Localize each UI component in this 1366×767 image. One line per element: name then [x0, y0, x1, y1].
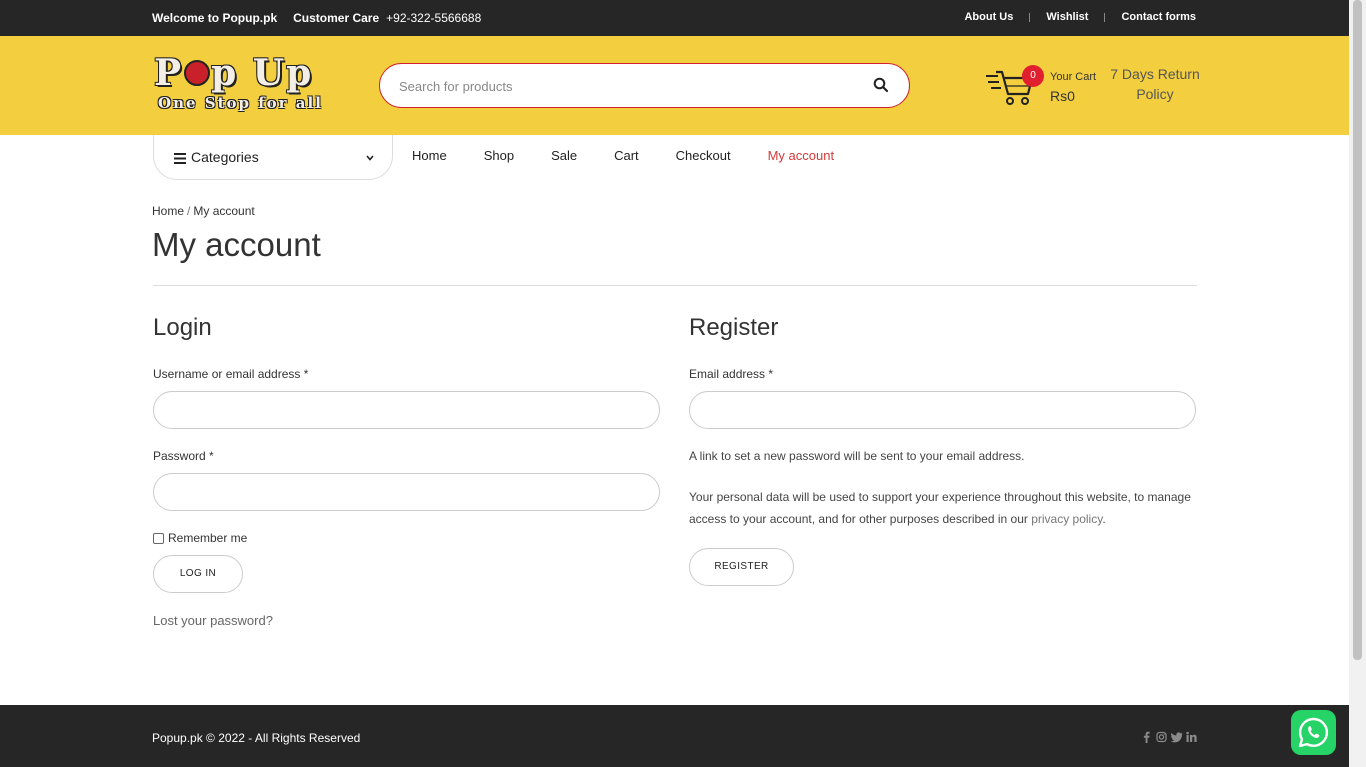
site-logo[interactable]: Pp Up One Stop for all [154, 54, 346, 120]
breadcrumb: Home / My account [152, 204, 255, 218]
cart-label: Your Cart [1050, 71, 1097, 83]
top-bar: Welcome to Popup.pk Customer Care +92-32… [0, 0, 1349, 36]
cart-amount: Rs0 [1050, 88, 1075, 104]
page: Welcome to Popup.pk Customer Care +92-32… [0, 0, 1349, 767]
cart-widget[interactable]: 0 Your Cart Rs0 [986, 64, 1098, 112]
nav-checkout[interactable]: Checkout [676, 148, 731, 163]
cart-count-badge: 0 [1022, 65, 1044, 87]
remember-me: Remember me [153, 531, 247, 545]
remember-me-checkbox[interactable] [153, 532, 164, 544]
login-button[interactable]: LOG IN [153, 555, 243, 593]
menu-icon [174, 151, 186, 169]
breadcrumb-current: My account [193, 204, 255, 218]
register-title: Register [689, 314, 779, 341]
wishlist-link[interactable]: Wishlist [1046, 11, 1088, 23]
customer-care-label: Customer Care [293, 11, 380, 25]
copyright: Popup.pk © 2022 - All Rights Reserved [152, 731, 361, 745]
main-nav: Home Shop Sale Cart Checkout My account [412, 148, 871, 163]
email-field[interactable] [689, 391, 1196, 429]
privacy-policy-link[interactable]: privacy policy [1031, 512, 1102, 526]
page-title: My account [152, 226, 321, 263]
categories-dropdown[interactable]: Categories [153, 135, 393, 180]
phone-number: +92-322-5566688 [386, 11, 482, 25]
nav-sale[interactable]: Sale [551, 148, 577, 163]
twitter-icon[interactable] [1170, 730, 1183, 743]
chevron-down-icon [366, 153, 374, 164]
nav-home[interactable]: Home [412, 148, 447, 163]
breadcrumb-home[interactable]: Home [152, 204, 184, 218]
breadcrumb-separator: / [187, 204, 191, 218]
register-note: A link to set a new password will be sen… [689, 449, 1025, 463]
search-icon[interactable] [873, 77, 891, 95]
divider [1029, 12, 1031, 22]
email-label: Email address * [689, 367, 774, 381]
login-title: Login [153, 314, 212, 341]
instagram-icon[interactable] [1156, 730, 1167, 743]
page-scrollbar[interactable] [1349, 0, 1366, 767]
divider [153, 285, 1197, 286]
divider [1104, 12, 1106, 22]
categories-label: Categories [191, 149, 259, 165]
remember-me-label: Remember me [168, 531, 248, 545]
header: Pp Up One Stop for all 0 [0, 36, 1349, 135]
footer: Popup.pk © 2022 - All Rights Reserved [0, 705, 1349, 767]
username-field[interactable] [153, 391, 660, 429]
nav-shop[interactable]: Shop [484, 148, 514, 163]
linkedin-icon[interactable] [1186, 730, 1197, 742]
nav-cart[interactable]: Cart [614, 148, 639, 163]
username-label: Username or email address * [153, 367, 309, 381]
whatsapp-icon [1291, 717, 1336, 759]
contact-forms-link[interactable]: Contact forms [1121, 11, 1196, 23]
password-field[interactable] [153, 473, 660, 511]
search-input[interactable] [399, 75, 839, 97]
nav-my-account[interactable]: My account [768, 148, 834, 163]
facebook-icon[interactable] [1141, 730, 1152, 743]
logo-o-icon [184, 60, 211, 86]
social-links [1141, 730, 1197, 743]
register-button[interactable]: REGISTER [689, 548, 794, 586]
search-box [379, 63, 910, 108]
password-label: Password * [153, 449, 214, 463]
privacy-text: Your personal data will be used to suppo… [689, 490, 1191, 526]
welcome-text: Welcome to Popup.pk [152, 11, 278, 25]
whatsapp-button[interactable] [1291, 710, 1336, 755]
lost-password-link[interactable]: Lost your password? [153, 613, 273, 628]
about-us-link[interactable]: About Us [964, 11, 1013, 23]
returns-policy[interactable]: 7 Days Return Policy [1110, 64, 1200, 104]
scrollbar-thumb[interactable] [1353, 0, 1362, 660]
